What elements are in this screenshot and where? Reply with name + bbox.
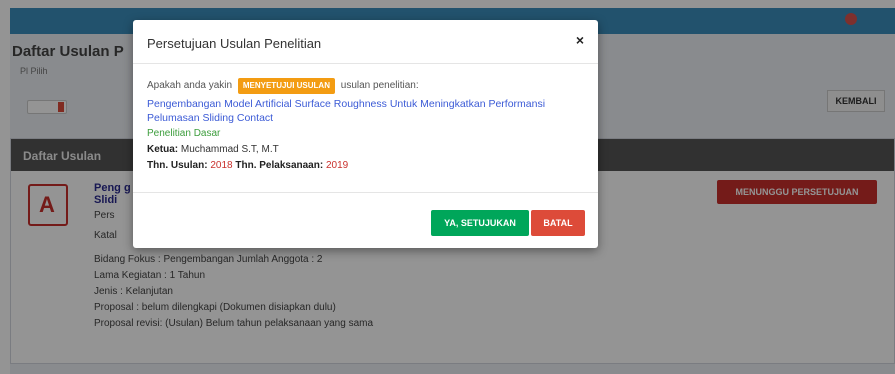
question-suffix: usulan penelitian: — [340, 80, 419, 91]
modal-header: Persetujuan Usulan Penelitian × — [133, 20, 598, 64]
thn-pelaksanaan-value: 2019 — [325, 160, 349, 171]
confirmation-question: Apakah anda yakin MENYETUJUI USULAN usul… — [147, 78, 587, 94]
thn-pelaksanaan-label: Thn. Pelaksanaan: — [235, 160, 324, 171]
close-icon[interactable]: × — [576, 32, 584, 48]
question-prefix: Apakah anda yakin — [147, 80, 233, 91]
ketua-row: Ketua: Muchammad S.T, M.T — [147, 143, 587, 157]
modal-title: Persetujuan Usulan Penelitian — [147, 36, 322, 51]
thn-usulan-label: Thn. Usulan: — [147, 160, 208, 171]
thn-usulan-value: 2018 — [210, 160, 233, 171]
action-badge: MENYETUJUI USULAN — [237, 78, 335, 94]
persetujuan-modal: Persetujuan Usulan Penelitian × Apakah a… — [133, 20, 598, 248]
ketua-value: Muchammad S.T, M.T — [180, 144, 279, 155]
research-category: Penelitian Dasar — [147, 128, 221, 139]
cancel-button[interactable]: BATAL — [531, 210, 585, 236]
year-row: Thn. Usulan: 2018 Thn. Pelaksanaan: 2019 — [147, 159, 587, 173]
research-title: Pengembangan Model Artificial Surface Ro… — [147, 98, 546, 124]
ketua-label: Ketua: — [147, 144, 179, 155]
agree-button[interactable]: YA, SETUJUKAN — [431, 210, 529, 236]
modal-body: Apakah anda yakin MENYETUJUI USULAN usul… — [147, 78, 587, 173]
